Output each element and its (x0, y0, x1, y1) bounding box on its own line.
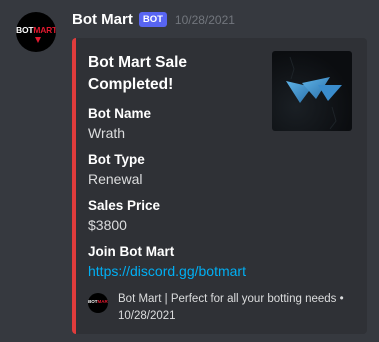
username[interactable]: Bot Mart (72, 11, 133, 28)
invite-link[interactable]: https://discord.gg/botmart (88, 263, 246, 279)
wrath-logo-icon (286, 56, 342, 130)
field-value-bot-name: Wrath (88, 125, 126, 141)
field-name-bot-name: Bot Name (88, 106, 152, 121)
footer-separator: • (339, 293, 344, 305)
footer-avatar-icon: BOTMART (88, 293, 108, 313)
footer-label: Bot Mart | Perfect for all your botting … (118, 293, 337, 305)
avatar[interactable]: BOTMART (16, 12, 56, 52)
field-name-bot-type: Bot Type (88, 152, 145, 167)
footer-timestamp: 10/28/2021 (118, 310, 176, 322)
field-name-sales-price: Sales Price (88, 198, 161, 213)
message-timestamp: 10/28/2021 (174, 12, 235, 27)
footer-text: Bot Mart | Perfect for all your botting … (118, 291, 358, 325)
bot-tag-badge: BOT (138, 12, 167, 27)
embed-card: Bot Mart Sale Completed! Bot Name Wrath … (72, 38, 367, 334)
field-name-join: Join Bot Mart (88, 244, 175, 259)
logo-mark-icon (35, 37, 41, 43)
embed-thumbnail[interactable] (272, 51, 352, 131)
message-header: Bot Mart BOT 10/28/2021 (72, 11, 235, 28)
field-value-sales-price: $3800 (88, 217, 127, 233)
embed-title: Bot Mart Sale Completed! (88, 54, 188, 93)
avatar-logo-text: BOTMART (16, 25, 56, 35)
field-value-bot-type: Renewal (88, 171, 143, 187)
